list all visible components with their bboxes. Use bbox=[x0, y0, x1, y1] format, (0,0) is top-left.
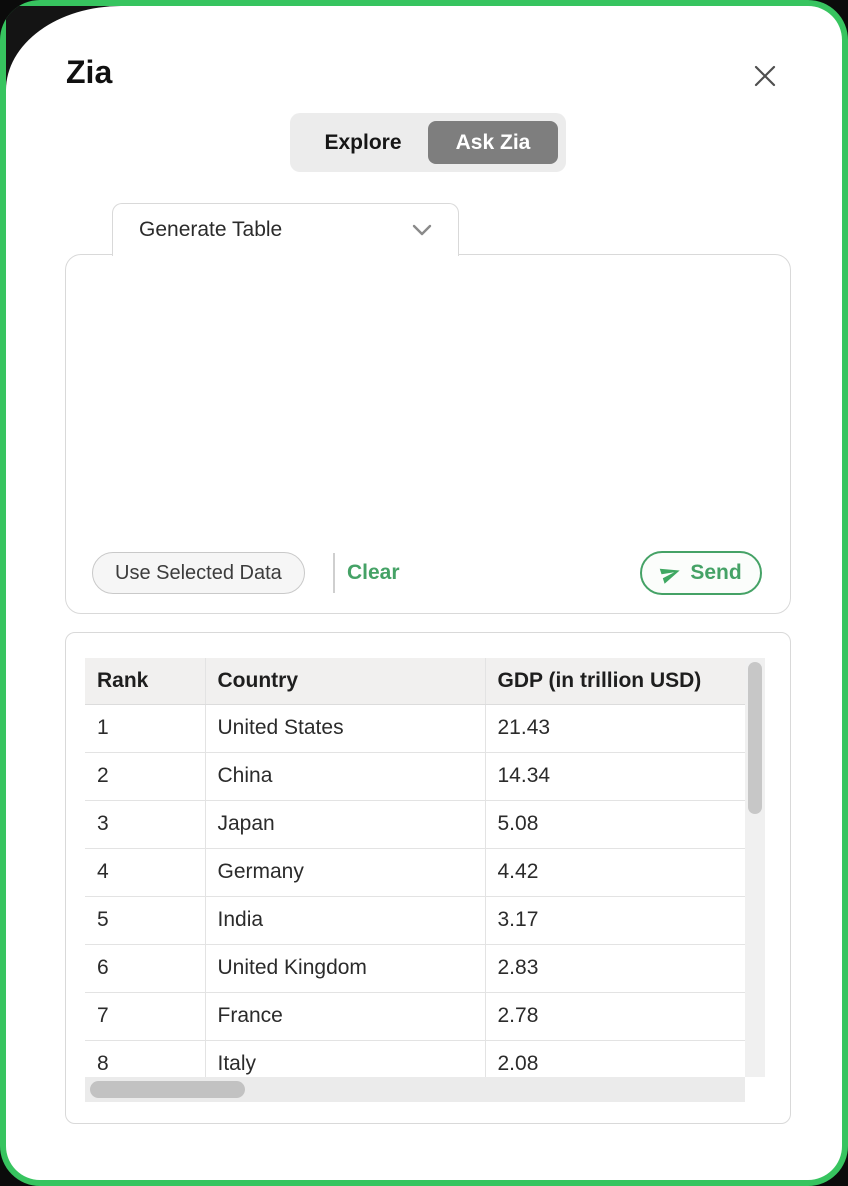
send-button[interactable]: Send bbox=[640, 551, 762, 595]
send-label: Send bbox=[690, 561, 741, 585]
table-header-row: RankCountryGDP (in trillion USD) bbox=[85, 658, 745, 704]
horizontal-scrollbar[interactable] bbox=[85, 1077, 745, 1102]
close-button[interactable] bbox=[742, 55, 788, 101]
table-cell: Japan bbox=[205, 800, 485, 848]
use-selected-data-button[interactable]: Use Selected Data bbox=[92, 552, 305, 594]
column-header: Country bbox=[205, 658, 485, 704]
table-cell: 2.78 bbox=[485, 992, 745, 1040]
result-table-viewport: RankCountryGDP (in trillion USD) 1United… bbox=[85, 658, 745, 1077]
table-row: 3Japan5.08 bbox=[85, 800, 745, 848]
result-table: RankCountryGDP (in trillion USD) 1United… bbox=[85, 658, 745, 1077]
page-title: Zia bbox=[66, 54, 112, 91]
table-cell: 21.43 bbox=[485, 704, 745, 752]
scrollbar-corner bbox=[745, 1077, 765, 1102]
table-row: 7France2.78 bbox=[85, 992, 745, 1040]
chevron-down-icon bbox=[412, 224, 432, 236]
generate-table-dropdown[interactable]: Generate Table bbox=[112, 203, 459, 256]
table-row: 5India3.17 bbox=[85, 896, 745, 944]
table-cell: 5 bbox=[85, 896, 205, 944]
table-cell: France bbox=[205, 992, 485, 1040]
vertical-scrollbar[interactable] bbox=[745, 658, 765, 1102]
tab-ask-zia[interactable]: Ask Zia bbox=[428, 121, 558, 164]
table-row: 8Italy2.08 bbox=[85, 1040, 745, 1077]
column-header: Rank bbox=[85, 658, 205, 704]
table-cell: 4 bbox=[85, 848, 205, 896]
table-cell: 1 bbox=[85, 704, 205, 752]
table-cell: United Kingdom bbox=[205, 944, 485, 992]
table-row: 4Germany4.42 bbox=[85, 848, 745, 896]
table-cell: 2.08 bbox=[485, 1040, 745, 1077]
send-icon bbox=[660, 563, 681, 584]
table-row: 1United States21.43 bbox=[85, 704, 745, 752]
table-cell: 2.83 bbox=[485, 944, 745, 992]
vertical-scrollbar-thumb[interactable] bbox=[748, 662, 762, 814]
mode-toggle: Explore Ask Zia bbox=[290, 113, 566, 172]
button-divider bbox=[333, 553, 335, 593]
table-cell: Italy bbox=[205, 1040, 485, 1077]
table-cell: Germany bbox=[205, 848, 485, 896]
clear-button[interactable]: Clear bbox=[347, 552, 400, 594]
table-cell: 14.34 bbox=[485, 752, 745, 800]
table-cell: 6 bbox=[85, 944, 205, 992]
table-cell: 2 bbox=[85, 752, 205, 800]
table-cell: 4.42 bbox=[485, 848, 745, 896]
table-cell: 3.17 bbox=[485, 896, 745, 944]
table-cell: 3 bbox=[85, 800, 205, 848]
table-row: 2China14.34 bbox=[85, 752, 745, 800]
column-header: GDP (in trillion USD) bbox=[485, 658, 745, 704]
table-row: 6United Kingdom2.83 bbox=[85, 944, 745, 992]
dropdown-selected-label: Generate Table bbox=[139, 218, 282, 242]
table-cell: 8 bbox=[85, 1040, 205, 1077]
table-cell: India bbox=[205, 896, 485, 944]
table-cell: 5.08 bbox=[485, 800, 745, 848]
tab-explore[interactable]: Explore bbox=[298, 131, 428, 155]
table-cell: China bbox=[205, 752, 485, 800]
close-icon bbox=[751, 62, 779, 95]
table-cell: 7 bbox=[85, 992, 205, 1040]
horizontal-scrollbar-thumb[interactable] bbox=[90, 1081, 245, 1098]
zia-dialog: Zia Explore Ask Zia Generate Table Top 1… bbox=[0, 0, 848, 1186]
table-cell: United States bbox=[205, 704, 485, 752]
